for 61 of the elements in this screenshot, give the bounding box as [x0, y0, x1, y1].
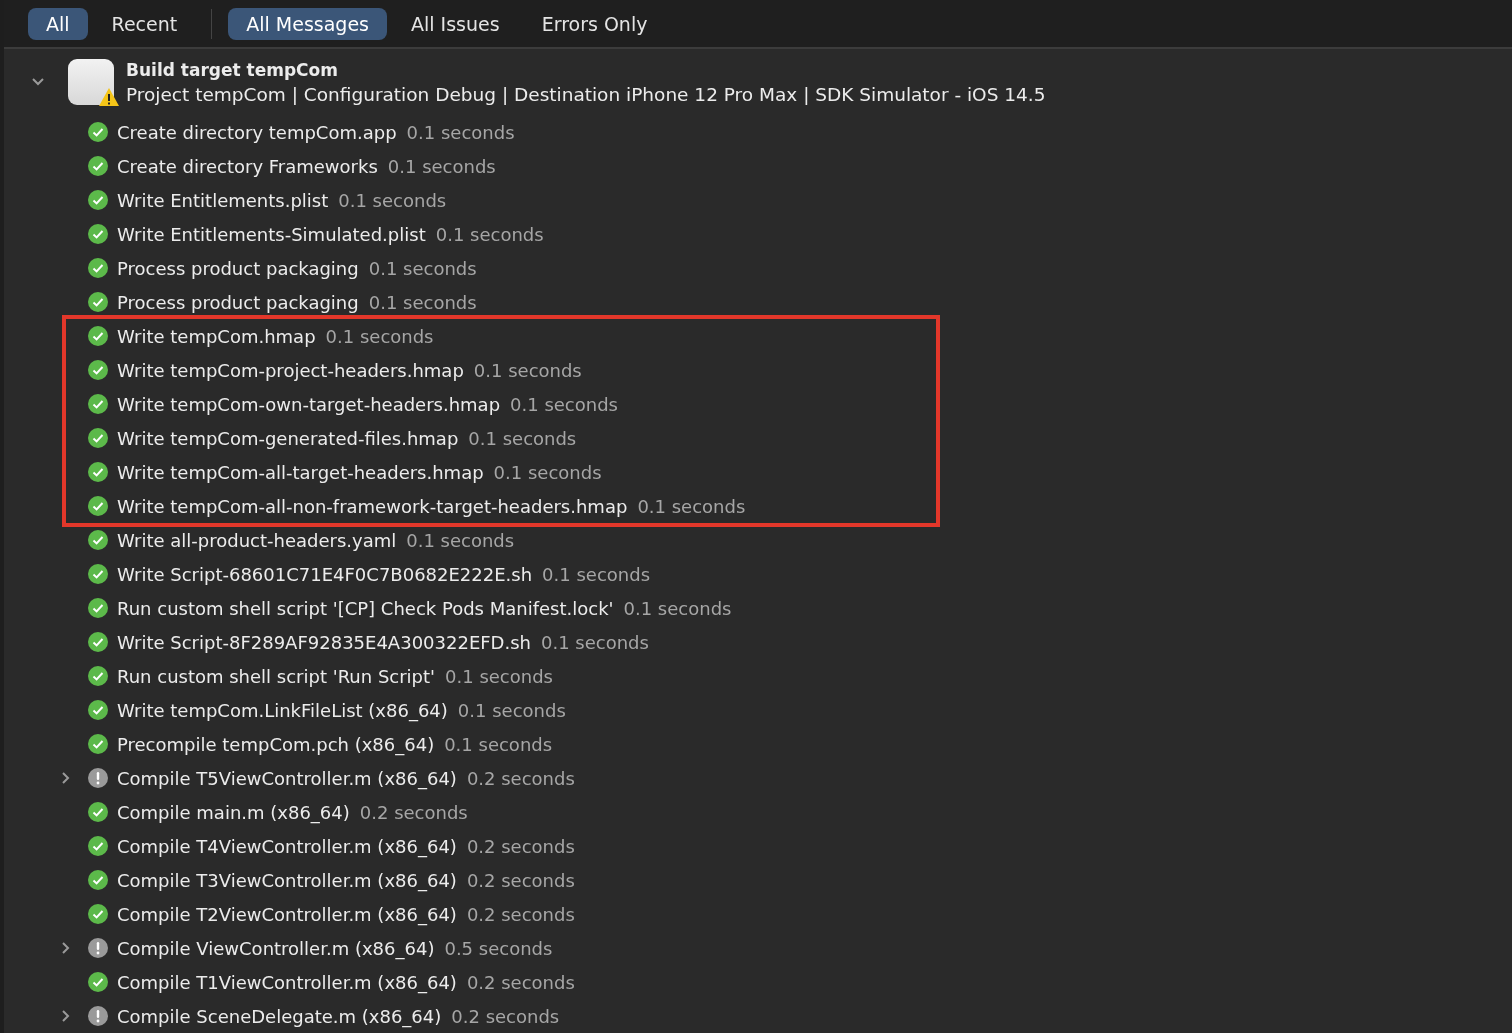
step-duration: 0.1 seconds [445, 665, 553, 687]
step-label: Write Entitlements-Simulated.plist [117, 223, 426, 245]
filter-tab[interactable]: All Messages [228, 7, 387, 40]
step-label: Compile T1ViewController.m (x86_64) [117, 971, 457, 993]
filter-tab[interactable]: All Issues [393, 7, 518, 40]
step-duration: 0.5 seconds [444, 937, 553, 959]
step-duration: 0.1 seconds [542, 563, 651, 585]
step-label: Write tempCom.LinkFileList (x86_64) [117, 699, 448, 721]
step-label: Compile T5ViewController.m (x86_64) [117, 767, 457, 789]
target-details: Project tempCom | Configuration Debug | Destination iPhone 12 Pro Max | SDK Simulator - iOS 14.5 [126, 83, 1046, 105]
step-label: Compile T2ViewController.m (x86_64) [117, 903, 457, 925]
step-duration: 0.2 seconds [466, 767, 575, 789]
step-label: Compile T4ViewController.m (x86_64) [117, 835, 457, 857]
step-label: Create directory Frameworks [117, 155, 378, 177]
step-label: Write all-product-headers.yaml [117, 529, 397, 551]
step-label: Create directory tempCom.app [117, 121, 397, 143]
step-duration: 0.1 seconds [457, 699, 566, 721]
step-duration: 0.1 seconds [406, 529, 515, 551]
step-duration: 0.1 seconds [468, 427, 577, 449]
step-label: Write tempCom.hmap [117, 325, 316, 347]
step-label: Compile main.m (x86_64) [117, 801, 350, 823]
step-duration: 0.2 seconds [451, 1005, 560, 1027]
step-duration: 0.1 seconds [406, 121, 515, 143]
step-duration: 0.1 seconds [623, 597, 732, 619]
step-label: Write tempCom-project-headers.hmap [117, 359, 464, 381]
step-duration: 0.2 seconds [466, 971, 575, 993]
step-label: Write Script-8F289AF92835E4A300322EFD.sh [117, 631, 531, 653]
step-label: Write Script-68601C71E4F0C7B0682E222E.sh [117, 563, 533, 585]
target-title: Build target tempCom [126, 59, 339, 80]
step-duration: 0.1 seconds [338, 189, 447, 211]
filter-tab[interactable]: Recent [93, 7, 196, 40]
filter-tab[interactable]: All [28, 7, 88, 40]
step-label: Compile ViewController.m (x86_64) [117, 937, 435, 959]
step-label: Compile T3ViewController.m (x86_64) [117, 869, 457, 891]
step-label: Precompile tempCom.pch (x86_64) [117, 733, 435, 755]
step-duration: 0.1 seconds [325, 325, 434, 347]
step-duration: 0.1 seconds [541, 631, 649, 653]
step-label: Write tempCom-own-target-headers.hmap [117, 393, 501, 415]
step-label: Run custom shell script '[CP] Check Pods Manifest.lock' [117, 597, 614, 619]
step-label: Write tempCom-all-non-framework-target-headers.hmap [117, 495, 628, 517]
step-duration: 0.2 seconds [466, 903, 575, 925]
step-duration: 0.1 seconds [435, 223, 544, 245]
step-duration: 0.1 seconds [368, 291, 477, 313]
step-duration: 0.1 seconds [510, 393, 618, 415]
step-duration: 0.1 seconds [444, 733, 553, 755]
step-label: Process product packaging [117, 291, 359, 313]
step-label: Write tempCom-generated-files.hmap [117, 427, 459, 449]
step-label: Process product packaging [117, 257, 359, 279]
step-label: Write Entitlements.plist [117, 189, 329, 211]
step-duration: 0.2 seconds [466, 835, 575, 857]
filter-tab[interactable]: Errors Only [523, 7, 666, 40]
step-duration: 0.1 seconds [637, 495, 746, 517]
step-label: Write tempCom-all-target-headers.hmap [117, 461, 484, 483]
step-duration: 0.2 seconds [466, 869, 575, 891]
step-duration: 0.1 seconds [473, 359, 582, 381]
step-duration: 0.1 seconds [493, 461, 602, 483]
step-label: Compile SceneDelegate.m (x86_64) [117, 1005, 442, 1027]
step-duration: 0.1 seconds [387, 155, 496, 177]
step-label: Run custom shell script 'Run Script' [117, 665, 436, 687]
step-duration: 0.1 seconds [368, 257, 477, 279]
step-duration: 0.2 seconds [359, 801, 468, 823]
